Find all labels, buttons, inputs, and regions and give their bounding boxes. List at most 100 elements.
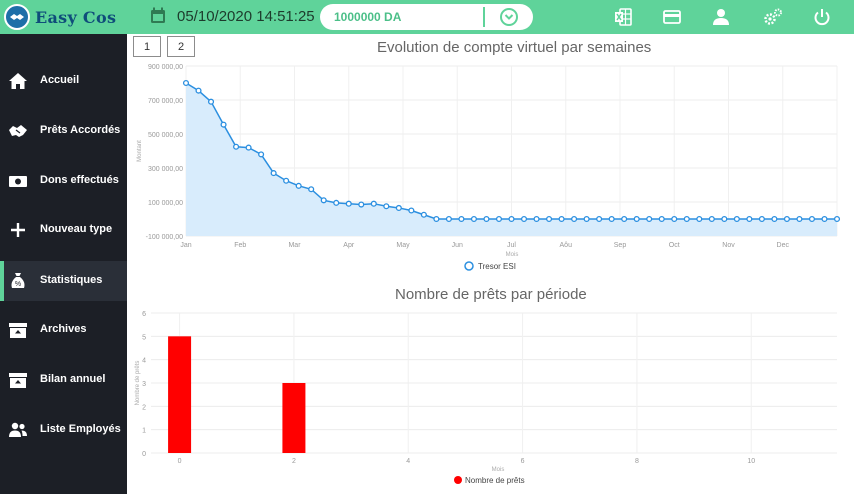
line-chart-point xyxy=(783,215,790,223)
line-chart-x-tick: Mar xyxy=(288,242,301,249)
line-chart-point xyxy=(708,215,715,223)
sidebar-item-nouveau-type[interactable]: Nouveau type xyxy=(0,210,127,250)
current-datetime: 05/10/2020 14:51:25 xyxy=(177,8,315,25)
app-name: Easy Cos xyxy=(35,7,117,27)
line-chart-point xyxy=(696,215,703,223)
line-chart-y-tick: 700 000,00 xyxy=(148,98,183,105)
line-chart-y-tick: 900 000,00 xyxy=(148,64,183,71)
balance-selector[interactable]: 1000000 DA xyxy=(320,4,533,30)
line-chart-y-tick: 300 000,00 xyxy=(148,166,183,173)
page-2-button[interactable]: 2 xyxy=(167,36,195,57)
line-chart-y-tick: -100 000,00 xyxy=(146,234,183,241)
line-chart-point xyxy=(295,182,302,189)
line-chart-point xyxy=(345,200,352,207)
users-icon xyxy=(9,422,27,437)
line-chart-point xyxy=(821,215,828,223)
bar-chart-y-tick: 6 xyxy=(142,311,146,318)
line-chart-point xyxy=(470,215,477,223)
chevron-down-icon[interactable] xyxy=(500,8,518,26)
line-chart-point xyxy=(771,215,778,223)
line-chart-point xyxy=(721,215,728,223)
line-chart-x-tick: Feb xyxy=(234,242,246,249)
excel-icon[interactable] xyxy=(614,8,632,26)
bar-chart-y-tick: 1 xyxy=(142,428,146,435)
archive-icon xyxy=(9,323,27,338)
line-chart-point xyxy=(408,207,415,214)
sidebar-item-archives[interactable]: Archives xyxy=(0,310,127,350)
line-chart-point xyxy=(458,215,465,223)
bar-chart-x-tick: 8 xyxy=(635,458,639,465)
bar-chart-x-tick: 6 xyxy=(521,458,525,465)
gears-icon[interactable] xyxy=(763,8,783,26)
line-chart-point xyxy=(520,215,528,223)
credit-card-icon[interactable] xyxy=(663,8,681,26)
user-icon[interactable] xyxy=(712,8,730,26)
bar-chart-y-tick: 2 xyxy=(142,404,146,411)
line-chart-y-tick: 100 000,00 xyxy=(148,200,183,207)
line-chart-point xyxy=(808,215,816,223)
line-chart-point xyxy=(671,215,678,223)
line-chart-x-tick: Sep xyxy=(614,242,627,249)
line-chart-point xyxy=(633,215,640,223)
line-chart-point xyxy=(395,204,402,212)
plus-icon xyxy=(11,223,25,237)
line-chart-point xyxy=(433,215,440,223)
sidebar-item-liste-employes[interactable]: Liste Employés xyxy=(0,410,127,450)
line-chart-legend-label: Tresor ESI xyxy=(478,262,516,271)
bar-chart-y-axis-title: Nombre de prêts xyxy=(135,361,141,406)
line-chart-title: Evolution de compte virtuel par semaines xyxy=(377,39,652,56)
line-chart-point xyxy=(733,215,740,223)
line-chart-point xyxy=(220,121,227,128)
line-chart-point xyxy=(270,170,277,177)
line-chart-point xyxy=(483,215,490,223)
line-chart-x-tick: Jun xyxy=(452,242,463,249)
sidebar-item-accueil[interactable]: Accueil xyxy=(0,61,127,101)
bar-chart-y-tick: 3 xyxy=(142,381,146,388)
line-chart-point xyxy=(445,215,452,223)
calendar-icon[interactable] xyxy=(150,7,166,24)
line-chart-point xyxy=(658,215,665,223)
balance-divider xyxy=(483,7,485,27)
line-chart-x-tick: Jan xyxy=(180,242,191,249)
page-1-button[interactable]: 1 xyxy=(133,36,161,57)
sidebar-item-label: Liste Employés xyxy=(40,423,121,435)
line-chart-point xyxy=(207,98,215,105)
sidebar-item-statistiques[interactable]: % Statistiques xyxy=(0,261,127,301)
line-chart-legend-marker xyxy=(464,261,474,271)
bar-chart-x-axis-title: Mois xyxy=(492,467,505,473)
line-chart-point xyxy=(758,215,765,223)
sidebar-item-dons-effectues[interactable]: Dons effectués xyxy=(0,161,127,201)
active-indicator xyxy=(0,261,4,301)
line-chart-point xyxy=(796,215,803,223)
line-chart-point xyxy=(583,215,590,223)
line-chart-x-tick: Aôu xyxy=(560,242,573,249)
line-chart-point xyxy=(358,201,365,208)
line-chart-point xyxy=(370,200,377,207)
sidebar: Accueil Prêts Accordés Dons effectués No… xyxy=(0,34,127,494)
line-chart-point xyxy=(646,215,653,223)
sidebar-item-bilan-annuel[interactable]: Bilan annuel xyxy=(0,360,127,400)
sidebar-item-prets-accordes[interactable]: Prêts Accordés xyxy=(0,111,127,151)
line-chart-point xyxy=(608,215,615,223)
line-chart-y-tick: 500 000,00 xyxy=(148,132,183,139)
line-chart-point xyxy=(308,186,315,193)
line-chart-point xyxy=(320,197,327,204)
line-chart-point xyxy=(546,215,553,223)
power-icon[interactable] xyxy=(813,8,831,26)
app-logo[interactable]: Easy Cos xyxy=(4,2,128,32)
line-chart-point xyxy=(621,215,628,223)
balance-value: 1000000 DA xyxy=(334,10,402,24)
line-chart-x-tick: May xyxy=(396,242,410,249)
sidebar-item-label: Archives xyxy=(40,323,87,335)
line-chart-x-tick: Nov xyxy=(722,242,735,249)
line-chart-point xyxy=(182,79,190,87)
line-chart-x-tick: Jul xyxy=(507,242,516,249)
bar-chart-bar xyxy=(168,336,192,453)
bar-chart-bar xyxy=(282,383,306,453)
line-chart-x-tick: Dec xyxy=(777,242,790,249)
sidebar-item-label: Nouveau type xyxy=(40,223,113,235)
line-chart-point xyxy=(683,215,690,223)
svg-text:%: % xyxy=(15,281,21,288)
top-bar: Easy Cos 05/10/2020 14:51:25 1000000 DA xyxy=(0,0,854,34)
line-chart-x-axis-title: Mois xyxy=(506,252,519,258)
